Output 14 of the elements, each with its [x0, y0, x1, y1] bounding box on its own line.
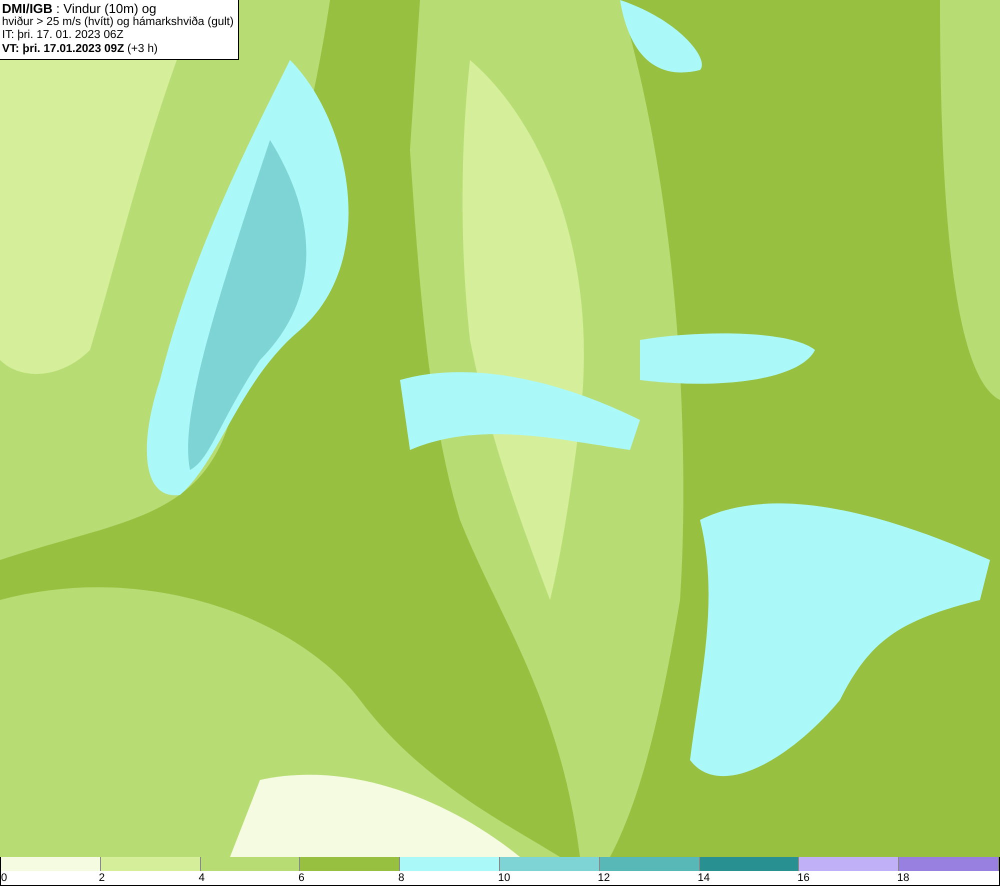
legend-label: 6 — [298, 872, 305, 884]
legend-label: 2 — [98, 872, 105, 884]
legend-label: 4 — [198, 872, 205, 884]
legend-label: 8 — [398, 872, 404, 884]
legend-label: 0 — [1, 872, 8, 884]
legend-label: 16 — [797, 872, 810, 884]
legend-label: 10 — [498, 872, 510, 884]
header-line: VT: þri. 17.01.2023 09Z (+3 h) — [2, 42, 159, 56]
legend-label: 12 — [598, 872, 610, 884]
legend-label: 18 — [897, 872, 910, 884]
legend-label: 14 — [698, 872, 710, 884]
header-line: DMI/IGB : Vindur (10m) og — [2, 2, 158, 16]
header-line: hviður > 25 m/s (hvítt) og hámarkshviða (gult) — [2, 16, 234, 29]
header-line: IT: þri. 17. 01. 2023 06Z — [2, 29, 124, 42]
